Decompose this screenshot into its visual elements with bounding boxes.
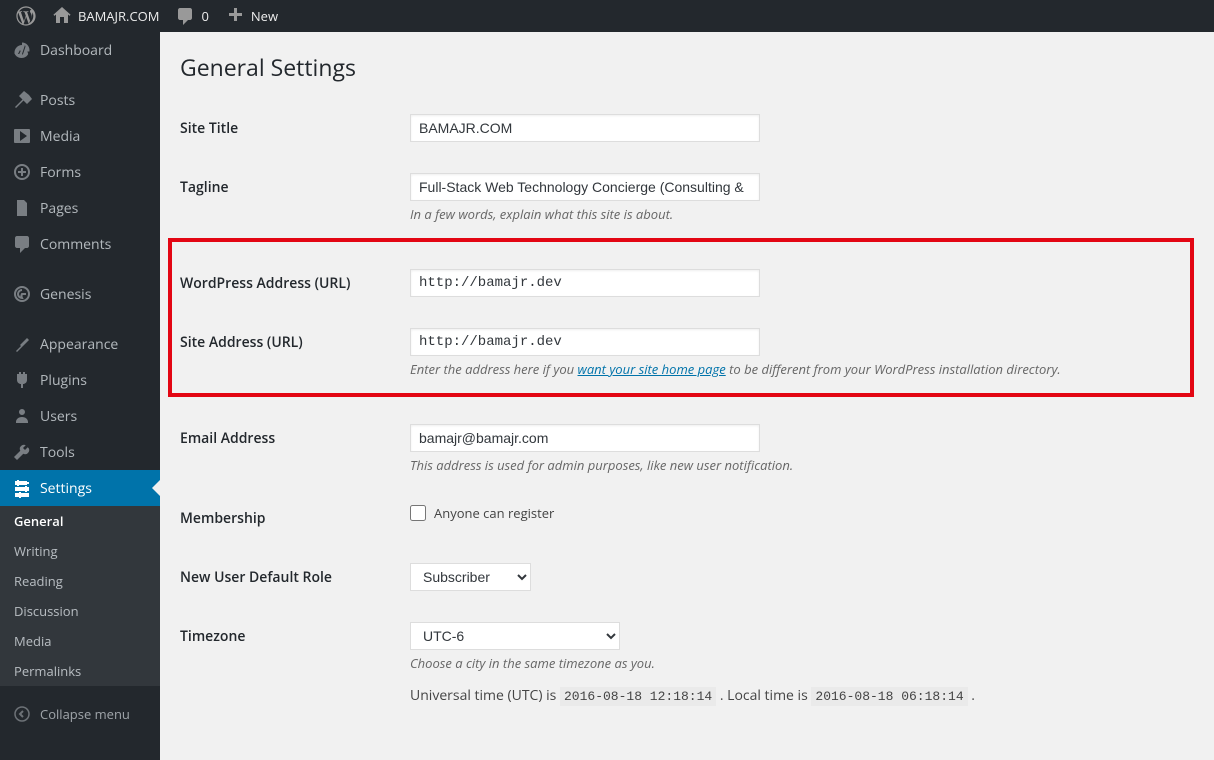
submenu-item-writing[interactable]: Writing	[0, 536, 160, 566]
sidebar-item-label: Genesis	[40, 285, 91, 304]
sidebar-item-label: Dashboard	[40, 41, 112, 60]
timezone-select[interactable]: UTC-6	[410, 622, 620, 650]
membership-checkbox-label: Anyone can register	[434, 504, 554, 522]
sidebar-item-label: Appearance	[40, 335, 118, 354]
sidebar-item-label: Settings	[40, 479, 92, 498]
new-content-link[interactable]: New	[217, 0, 286, 32]
media-icon	[12, 126, 32, 146]
sidebar-item-forms[interactable]: Forms	[0, 154, 160, 190]
highlighted-section: WordPress Address (URL) Site Address (UR…	[168, 238, 1194, 397]
email-label: Email Address	[180, 409, 400, 489]
membership-label: Membership	[180, 489, 400, 548]
wordpress-icon	[16, 6, 36, 26]
comments-icon	[12, 234, 32, 254]
users-icon	[12, 406, 32, 426]
sidebar-item-comments[interactable]: Comments	[0, 226, 160, 262]
appearance-icon	[12, 334, 32, 354]
main-content: General Settings Site Title Tagline In a…	[160, 32, 1214, 760]
comments-link[interactable]: 0	[167, 0, 216, 32]
submenu-item-reading[interactable]: Reading	[0, 566, 160, 596]
collapse-menu[interactable]: Collapse menu	[0, 696, 160, 732]
wp-logo[interactable]	[8, 0, 44, 32]
plugins-icon	[12, 370, 32, 390]
settings-icon	[12, 478, 32, 498]
tagline-label: Tagline	[180, 158, 400, 238]
sidebar-item-tools[interactable]: Tools	[0, 434, 160, 470]
sidebar-item-posts[interactable]: Posts	[0, 82, 160, 118]
sidebar-item-dashboard[interactable]: Dashboard	[0, 32, 160, 68]
timezone-info: Universal time (UTC) is 2016-08-18 12:18…	[410, 686, 1184, 705]
collapse-label: Collapse menu	[40, 705, 130, 723]
site-title-input[interactable]	[410, 114, 760, 142]
timezone-description: Choose a city in the same timezone as yo…	[410, 654, 1184, 672]
sidebar-item-label: Users	[40, 407, 77, 426]
local-time: 2016-08-18 06:18:14	[811, 687, 967, 706]
new-label: New	[251, 7, 278, 25]
site-url-input[interactable]	[410, 328, 760, 356]
submenu-item-general[interactable]: General	[0, 506, 160, 536]
sidebar-item-pages[interactable]: Pages	[0, 190, 160, 226]
sidebar-item-label: Forms	[40, 163, 81, 182]
sidebar-item-label: Media	[40, 127, 80, 146]
sidebar-item-plugins[interactable]: Plugins	[0, 362, 160, 398]
sidebar-item-label: Pages	[40, 199, 78, 218]
site-url-label: Site Address (URL)	[180, 313, 400, 393]
admin-toolbar: BAMAJR.COM 0 New	[0, 0, 1214, 32]
site-title-label: Site Title	[180, 99, 400, 158]
collapse-icon	[12, 704, 32, 724]
sidebar-item-settings[interactable]: Settings	[0, 470, 160, 506]
submenu-item-discussion[interactable]: Discussion	[0, 596, 160, 626]
utc-time: 2016-08-18 12:18:14	[560, 687, 716, 706]
timezone-label: Timezone	[180, 607, 400, 720]
page-title: General Settings	[180, 42, 1194, 87]
admin-sidebar: Dashboard Posts Media Forms Pages Commen…	[0, 32, 160, 760]
home-icon	[52, 6, 72, 26]
submenu-item-permalinks[interactable]: Permalinks	[0, 656, 160, 686]
pin-icon	[12, 90, 32, 110]
tagline-description: In a few words, explain what this site i…	[410, 205, 1184, 223]
comments-count: 0	[201, 7, 208, 25]
sidebar-item-label: Posts	[40, 91, 75, 110]
site-name-link[interactable]: BAMAJR.COM	[44, 0, 167, 32]
site-name-text: BAMAJR.COM	[78, 7, 159, 25]
wp-url-label: WordPress Address (URL)	[180, 254, 400, 313]
site-url-help-link[interactable]: want your site home page	[578, 360, 726, 378]
sidebar-item-genesis[interactable]: Genesis	[0, 276, 160, 312]
sidebar-item-users[interactable]: Users	[0, 398, 160, 434]
sidebar-item-appearance[interactable]: Appearance	[0, 326, 160, 362]
sidebar-item-media[interactable]: Media	[0, 118, 160, 154]
dashboard-icon	[12, 40, 32, 60]
forms-icon	[12, 162, 32, 182]
sidebar-item-label: Plugins	[40, 371, 87, 390]
genesis-icon	[12, 284, 32, 304]
site-url-description: Enter the address here if you want your …	[410, 360, 1172, 378]
submenu-item-media[interactable]: Media	[0, 626, 160, 656]
default-role-label: New User Default Role	[180, 548, 400, 607]
sidebar-item-label: Tools	[40, 443, 75, 462]
comment-icon	[175, 6, 195, 26]
membership-checkbox[interactable]	[410, 505, 426, 521]
default-role-select[interactable]: Subscriber	[410, 563, 531, 591]
email-description: This address is used for admin purposes,…	[410, 456, 1184, 474]
plus-icon	[225, 6, 245, 26]
pages-icon	[12, 198, 32, 218]
sidebar-item-label: Comments	[40, 235, 111, 254]
settings-submenu: General Writing Reading Discussion Media…	[0, 506, 160, 686]
tools-icon	[12, 442, 32, 462]
email-input[interactable]	[410, 424, 760, 452]
wp-url-input[interactable]	[410, 269, 760, 297]
tagline-input[interactable]	[410, 173, 760, 201]
